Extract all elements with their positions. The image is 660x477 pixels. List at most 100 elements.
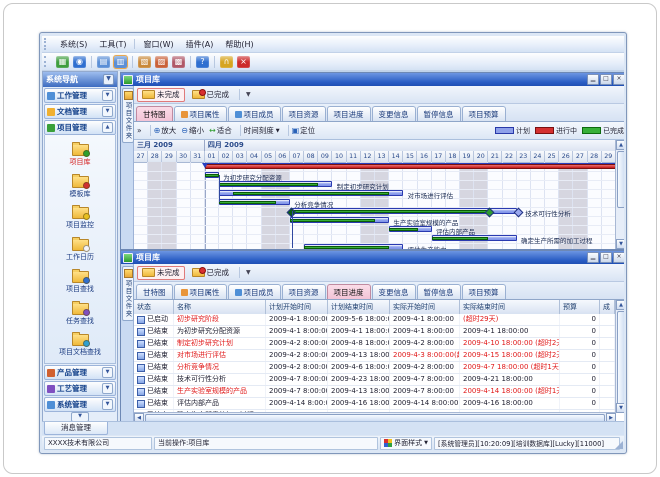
gantt-bar-done[interactable] [432,237,489,240]
table-row[interactable]: 已结束评估内部产品2009-4-14 8:00:002009-4-16 18:0… [134,398,616,410]
menu-item-3[interactable]: 插件(A) [180,38,220,51]
close-button[interactable]: × [613,74,624,85]
export-icon[interactable]: ▩ [172,56,185,68]
window-titlebar[interactable]: 项目库 ▁ □ × [121,73,624,86]
subtab-项目预算[interactable]: 项目预算 [462,284,506,299]
window-titlebar[interactable]: 项目库 ▁ □ × [121,251,624,264]
gantt-bar-done[interactable] [205,174,219,177]
menu-item-0[interactable]: 系统(S) [54,38,93,51]
tab-未完成[interactable]: 未完成 [137,266,185,280]
gantt-bar-done[interactable] [304,246,389,249]
tab-message-management[interactable]: 消息管理 [44,422,108,435]
sidebar-item-项目库[interactable]: 项目库 [70,141,91,167]
sidebar-group-工艺管理[interactable]: 工艺管理▼ [44,381,116,396]
scroll-up-icon[interactable]: ▲ [616,140,624,150]
column-header-成[interactable]: 成 [600,300,615,314]
sidebar-item-项目文档查找[interactable]: 项目文档查找 [59,331,101,357]
subtab-项目预算[interactable]: 项目预算 [462,106,506,121]
chevron-down-icon[interactable]: ▼ [102,399,113,410]
chevron-down-icon[interactable]: ▼ [71,412,89,422]
gantt-bar-red[interactable] [205,164,616,169]
column-header-实际结束时间[interactable]: 实际结束时间 [460,300,560,314]
chevron-up-icon[interactable]: ▲ [102,122,113,133]
gantt-bar-done[interactable] [290,219,375,222]
menu-item-2[interactable]: 窗口(W) [137,38,179,51]
sidebar-item-模板库[interactable]: 模板库 [70,173,91,199]
sidebar-group-工作管理[interactable]: 工作管理▼ [44,88,116,103]
resize-grip[interactable] [615,441,623,449]
scrollbar-thumb[interactable] [617,151,624,208]
sidebar-item-工作日历[interactable]: 工作日历 [66,236,94,262]
tab-未完成[interactable]: 未完成 [137,88,185,102]
column-header-预算[interactable]: 预算 [560,300,600,314]
minimize-button[interactable]: ▁ [587,252,599,263]
subtab-项目资源[interactable]: 项目资源 [282,284,326,299]
minimize-button[interactable]: ▁ [587,74,599,85]
sidebar-item-项目监控[interactable]: 项目监控 [66,204,94,230]
column-header-实际开始时间[interactable]: 实际开始时间 [390,300,460,314]
close-button[interactable]: × [613,252,624,263]
subtab-甘特图[interactable]: 甘特图 [136,284,173,299]
table-row[interactable]: 已结束制定初步研究计划2009-4-2 8:00:002009-4-8 18:0… [134,338,616,350]
subtab-暂停信息[interactable]: 暂停信息 [417,106,461,121]
subtab-项目属性[interactable]: 项目属性 [174,284,227,299]
zoom-in-button[interactable]: ⊕放大 [154,125,177,136]
exit-icon[interactable]: × [237,56,250,68]
report-icon[interactable]: ▧ [138,56,151,68]
subtab-甘特图[interactable]: 甘特图 [136,106,173,121]
subtab-项目进度[interactable]: 项目进度 [327,106,371,121]
sidebar-group-系统管理[interactable]: 系统管理▼ [44,397,116,412]
gantt-bar-done[interactable] [219,201,276,204]
gantt-bar-done[interactable] [233,192,389,195]
tab-overflow-button[interactable]: ▼ [243,269,254,276]
chart-icon[interactable]: ▨ [155,56,168,68]
chevron-down-icon[interactable]: ▼ [102,90,113,101]
side-tab-project-folder[interactable]: 项目文件夹 [122,88,134,143]
subtab-项目成员[interactable]: 项目成员 [228,106,281,121]
tab-overflow-button[interactable]: ▼ [243,91,254,98]
subtab-变更信息[interactable]: 变更信息 [372,284,416,299]
gantt-bar-done[interactable] [290,210,488,213]
column-header-名称[interactable]: 名称 [174,300,266,314]
lock-icon[interactable]: ∩ [220,56,233,68]
open-folder-icon[interactable]: ▤ [97,56,110,68]
subtab-变更信息[interactable]: 变更信息 [372,106,416,121]
locate-button[interactable]: ▣定位 [292,125,316,136]
menu-item-4[interactable]: 帮助(H) [219,38,259,51]
scroll-down-icon[interactable]: ▼ [616,403,624,413]
gantt-bar-done[interactable] [219,183,318,186]
tab-已完成[interactable]: 已完成 [188,267,234,279]
side-tab-project-folder[interactable]: 项目文件夹 [122,266,134,321]
more-tools-button[interactable]: » [137,126,142,135]
sidebar-group-产品管理[interactable]: 产品管理▼ [44,365,116,380]
time-scale-button[interactable]: 时间刻度▼ [244,125,280,136]
menubar-grip[interactable] [44,38,50,49]
maximize-button[interactable]: □ [600,74,612,85]
column-header-计划开始时间[interactable]: 计划开始时间 [266,300,328,314]
gantt-bar-done[interactable] [389,228,417,231]
chevron-down-icon[interactable]: ▼ [102,367,113,378]
fit-button[interactable]: ↔适合 [209,125,232,136]
workspace-icon[interactable]: ▦ [56,56,69,68]
menu-item-1[interactable]: 工具(T) [93,38,132,51]
zoom-out-button[interactable]: ⊖缩小 [181,125,204,136]
subtab-项目成员[interactable]: 项目成员 [228,284,281,299]
table-row[interactable]: 已结束生产实验室规模的产品2009-4-7 8:00:002009-4-13 1… [134,386,616,398]
toolbar-grip[interactable] [44,56,50,68]
tab-已完成[interactable]: 已完成 [188,89,234,101]
sidebar-item-任务查找[interactable]: 任务查找 [66,300,94,326]
table-vertical-scrollbar[interactable]: ▲ ▼ [615,300,624,413]
table-row[interactable]: 已结束对市场进行评估2009-4-2 8:00:002009-4-13 18:0… [134,350,616,362]
subtab-项目资源[interactable]: 项目资源 [282,106,326,121]
scroll-up-icon[interactable]: ▲ [616,300,624,310]
column-header-状态[interactable]: 状态 [134,300,174,314]
chevron-down-icon[interactable]: ▼ [102,383,113,394]
interface-style-button[interactable]: 界面样式 ▼ [380,437,432,450]
table-row[interactable]: 已结束技术可行性分析2009-4-7 8:00:002009-4-23 18:0… [134,374,616,386]
table-row[interactable]: 已启动初步研究阶段2009-4-1 8:00:002009-5-6 18:00:… [134,314,616,326]
subtab-暂停信息[interactable]: 暂停信息 [417,284,461,299]
pin-icon[interactable]: ▼ [103,74,114,85]
table-row[interactable]: 已结束为初步研究分配资源2009-4-1 8:00:002009-4-1 18:… [134,326,616,338]
sidebar-group-项目管理[interactable]: 项目管理▲ [44,120,116,135]
save-icon[interactable]: ▥ [114,56,127,68]
